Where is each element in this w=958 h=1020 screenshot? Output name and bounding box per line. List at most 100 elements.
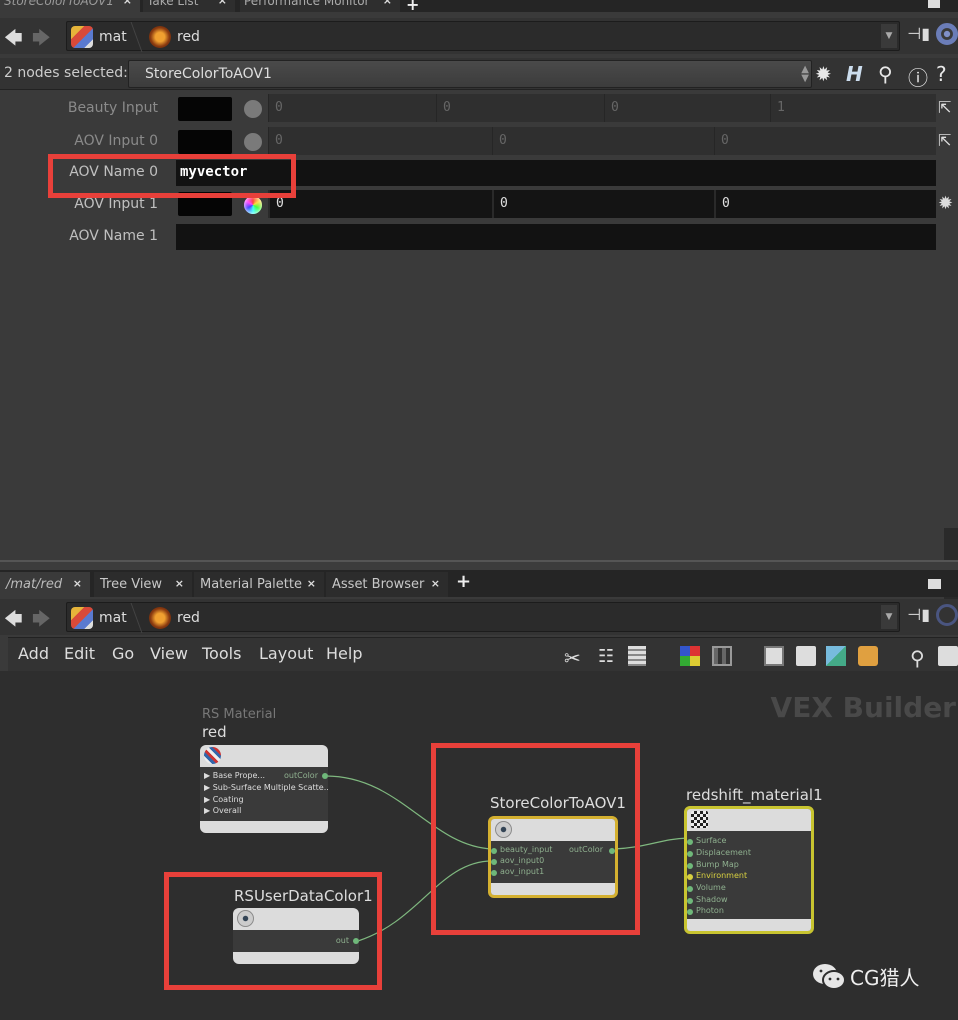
- menu-layout[interactable]: Layout: [259, 644, 313, 663]
- channel-reference-icon[interactable]: ⇱: [938, 131, 958, 151]
- input-port[interactable]: [687, 909, 693, 915]
- info-icon[interactable]: ⓘ: [908, 62, 928, 91]
- tab-storecolortoaov1[interactable]: StoreColorToAOV1 ×: [0, 0, 140, 12]
- input-port[interactable]: ▶ Overall: [204, 806, 241, 815]
- menu-tools[interactable]: Tools: [202, 644, 241, 663]
- forward-arrow-icon[interactable]: 🡆: [32, 26, 51, 56]
- gear-icon[interactable]: ✹: [815, 62, 832, 86]
- output-port[interactable]: [322, 773, 328, 779]
- breadcrumb-mat[interactable]: mat: [71, 607, 127, 629]
- input-port[interactable]: [687, 851, 693, 857]
- input-port[interactable]: [687, 839, 693, 845]
- pin-icon[interactable]: ⊣▮: [907, 605, 930, 624]
- node-name-value: StoreColorToAOV1: [145, 66, 272, 82]
- input-port[interactable]: ▶ Coating: [204, 795, 244, 804]
- close-icon[interactable]: ×: [307, 577, 316, 590]
- close-icon[interactable]: ×: [431, 577, 440, 590]
- visibility-eye-icon[interactable]: [938, 646, 958, 666]
- color-wheel-icon[interactable]: [244, 196, 262, 214]
- channel-reference-icon[interactable]: ⇱: [938, 98, 958, 118]
- network-box-icon[interactable]: [764, 646, 784, 666]
- link-pane-icon[interactable]: [936, 23, 958, 45]
- breadcrumb-red[interactable]: red: [149, 607, 200, 629]
- close-icon[interactable]: ×: [123, 0, 132, 7]
- beauty-b-field[interactable]: 0: [604, 94, 770, 122]
- color-palette-icon[interactable]: [680, 646, 700, 666]
- close-icon[interactable]: ×: [218, 0, 227, 7]
- input-port[interactable]: [687, 874, 693, 880]
- aov0-b-field[interactable]: 0: [714, 127, 936, 155]
- tab-label: Tree View: [100, 577, 163, 592]
- aov-name-1-input[interactable]: [176, 224, 936, 250]
- chevron-down-icon[interactable]: ▼: [881, 24, 897, 48]
- maximize-icon[interactable]: [928, 579, 941, 589]
- houdini-help-icon[interactable]: H: [846, 62, 863, 86]
- tab-label: Material Palette: [200, 577, 302, 592]
- asset-box-icon[interactable]: [858, 646, 878, 666]
- maximize-icon[interactable]: [928, 0, 940, 8]
- link-pane-icon[interactable]: [936, 604, 958, 626]
- color-swatch[interactable]: [178, 130, 232, 154]
- list-view-icon[interactable]: [628, 646, 646, 666]
- wrench-icon[interactable]: ✂: [564, 646, 584, 670]
- beauty-r-field[interactable]: 0: [268, 94, 436, 122]
- color-swatch[interactable]: [178, 97, 232, 121]
- aov1-b-field[interactable]: 0: [714, 190, 936, 218]
- port-label: Surface: [696, 836, 727, 845]
- tab-material-palette[interactable]: Material Palette ×: [194, 572, 324, 597]
- help-icon[interactable]: ?: [936, 62, 947, 86]
- chevron-down-icon[interactable]: ▼: [881, 605, 897, 629]
- breadcrumb-red[interactable]: red: [149, 26, 200, 48]
- menu-help[interactable]: Help: [326, 644, 362, 663]
- background-image-icon[interactable]: [826, 646, 846, 666]
- tree-layout-icon[interactable]: ☷: [598, 646, 618, 667]
- aov0-r-field[interactable]: 0: [268, 127, 492, 155]
- search-icon[interactable]: ⚲: [878, 62, 893, 86]
- menu-go[interactable]: Go: [112, 644, 134, 663]
- beauty-a-field[interactable]: 1: [770, 94, 936, 122]
- beauty-g-field[interactable]: 0: [436, 94, 604, 122]
- input-port[interactable]: ▶ Sub-Surface Multiple Scatte...: [204, 783, 328, 792]
- input-port[interactable]: [687, 898, 693, 904]
- menu-add[interactable]: Add: [18, 644, 49, 663]
- menu-view[interactable]: View: [150, 644, 188, 663]
- pane-splitter[interactable]: [0, 560, 958, 570]
- back-arrow-icon[interactable]: 🡄: [4, 607, 23, 637]
- search-icon[interactable]: ⚲: [910, 646, 930, 670]
- back-arrow-icon[interactable]: 🡄: [4, 26, 23, 56]
- tab-asset-browser[interactable]: Asset Browser ×: [326, 572, 448, 597]
- grid-view-icon[interactable]: [712, 646, 732, 666]
- gear-icon[interactable]: ✹: [938, 193, 958, 214]
- close-icon[interactable]: ×: [73, 577, 82, 590]
- add-tab-icon[interactable]: +: [456, 571, 471, 592]
- path-field[interactable]: mat red ▼: [66, 602, 900, 633]
- forward-arrow-icon[interactable]: 🡆: [32, 607, 51, 637]
- aov1-g-field[interactable]: 0: [492, 190, 714, 218]
- tab-tree-view[interactable]: Tree View ×: [94, 572, 192, 597]
- color-wheel-icon[interactable]: [244, 100, 262, 118]
- menu-edit[interactable]: Edit: [64, 644, 95, 663]
- tab-performance-monitor[interactable]: Performance Monitor ×: [240, 0, 400, 12]
- watermark-brand: CG猎人: [850, 966, 920, 990]
- close-icon[interactable]: ×: [175, 577, 184, 590]
- input-port[interactable]: [687, 886, 693, 892]
- aov1-r-field[interactable]: 0: [268, 190, 492, 218]
- close-icon[interactable]: ×: [383, 0, 392, 7]
- mat-context-icon: [71, 26, 93, 48]
- add-tab-icon[interactable]: +: [406, 0, 419, 12]
- color-wheel-icon[interactable]: [244, 133, 262, 151]
- tab-take-list[interactable]: Take List ×: [143, 0, 235, 12]
- port-label: Base Prope...: [212, 771, 266, 780]
- node-redshift-material1[interactable]: Surface Displacement Bump Map Environmen…: [684, 806, 814, 934]
- aov0-g-field[interactable]: 0: [492, 127, 714, 155]
- sticky-note-icon[interactable]: [796, 646, 816, 666]
- breadcrumb-mat[interactable]: mat: [71, 26, 127, 48]
- path-field[interactable]: mat red ▼: [66, 21, 900, 52]
- tab-mat-red[interactable]: /mat/red ×: [0, 572, 90, 597]
- node-rs-material[interactable]: ▶ Base Prope... outColor ▶ Sub-Surface M…: [200, 745, 328, 833]
- input-port[interactable]: [687, 863, 693, 869]
- input-port[interactable]: ▶ Base Prope...: [204, 771, 265, 780]
- pin-icon[interactable]: ⊣▮: [907, 24, 930, 43]
- spinner-icon[interactable]: ▲ ▼: [801, 65, 809, 84]
- node-name-field[interactable]: StoreColorToAOV1 ▲ ▼: [128, 60, 812, 88]
